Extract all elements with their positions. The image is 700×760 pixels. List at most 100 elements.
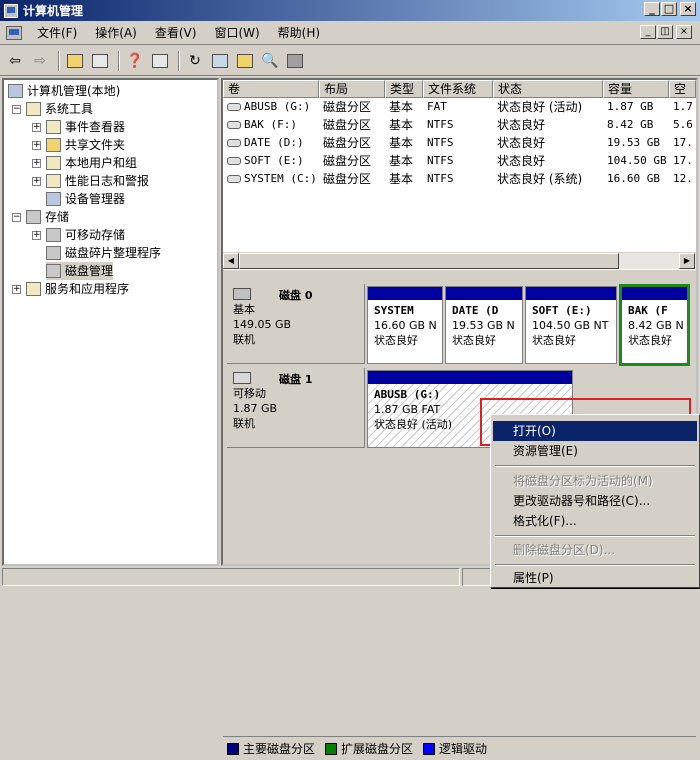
maximize-button[interactable]: □: [661, 2, 677, 16]
event-viewer-icon: [46, 120, 61, 134]
close-button[interactable]: ×: [680, 2, 696, 16]
expand-icon[interactable]: +: [32, 141, 41, 150]
scroll-left-icon[interactable]: ◀: [223, 253, 239, 269]
partition-soft[interactable]: SOFT (E:) 104.50 GB NT 状态良好: [525, 286, 617, 364]
back-arrow-icon[interactable]: ⇦: [4, 50, 26, 72]
tree-node-event-viewer[interactable]: 事件查看器: [46, 118, 125, 136]
context-menu: 打开(O) 资源管理(E) 将磁盘分区标为活动的(M) 更改驱动器号和路径(C)…: [490, 414, 700, 588]
menu-help[interactable]: 帮助(H): [269, 23, 329, 43]
disk-1-info[interactable]: 磁盘 1 可移动 1.87 GB 联机: [227, 368, 365, 448]
volume-icon: [227, 175, 241, 183]
tree-node-disk-management[interactable]: 磁盘管理: [46, 262, 114, 280]
collapse-icon[interactable]: −: [12, 213, 21, 222]
expand-icon[interactable]: +: [32, 123, 41, 132]
search-icon[interactable]: 🔍: [259, 50, 281, 72]
child-minimize-button[interactable]: _: [640, 25, 656, 39]
table-cell: 基本: [389, 100, 414, 114]
up-folder-icon[interactable]: [64, 50, 86, 72]
defrag-icon: [46, 246, 61, 260]
partition-system[interactable]: SYSTEM 16.60 GB N 状态良好: [367, 286, 443, 364]
disk-1-name: 磁盘 1: [279, 373, 313, 386]
column-header-capacity[interactable]: 容量: [603, 80, 669, 98]
table-cell: 17.: [673, 136, 693, 149]
table-cell: 磁盘分区: [323, 118, 372, 132]
help-icon[interactable]: ❓: [124, 50, 146, 72]
tree-node-local-users[interactable]: 本地用户和组: [46, 154, 137, 172]
menu-action[interactable]: 操作(A): [86, 23, 146, 43]
tree-node-shared-folders[interactable]: 共享文件夹: [46, 136, 125, 154]
disk-1-size: 1.87 GB: [233, 402, 278, 415]
toolbar-separator: [58, 50, 60, 71]
column-header-type[interactable]: 类型: [385, 80, 423, 98]
expand-icon[interactable]: +: [32, 177, 41, 186]
services-icon: [26, 282, 41, 296]
volume-icon: [227, 121, 241, 129]
expand-icon[interactable]: +: [32, 231, 41, 240]
horizontal-scrollbar[interactable]: ◀ ▶: [223, 252, 696, 269]
disk-0-status: 联机: [233, 333, 255, 346]
column-header-volume[interactable]: 卷: [223, 80, 319, 98]
tree-node-root[interactable]: 计算机管理(本地): [8, 82, 120, 100]
table-cell: ABUSB (G:): [223, 98, 319, 116]
tree-node-defrag[interactable]: 磁盘碎片整理程序: [46, 244, 161, 262]
child-restore-button[interactable]: ◫: [657, 25, 673, 39]
menu-item-explore[interactable]: 资源管理(E): [493, 441, 697, 461]
refresh-icon[interactable]: ↻: [184, 50, 206, 72]
tree-node-device-manager[interactable]: 设备管理器: [46, 190, 125, 208]
show-hide-tree-icon[interactable]: [89, 50, 111, 72]
scroll-thumb[interactable]: [239, 253, 619, 269]
tree-node-removable-storage[interactable]: 可移动存储: [46, 226, 125, 244]
toolbar: ⇦ ⇨ ❓ ↻ 🔍: [0, 46, 700, 76]
table-cell: 状态良好 (系统): [497, 172, 583, 186]
menu-item-properties[interactable]: 属性(P): [493, 568, 697, 588]
volume-icon: [227, 103, 241, 111]
child-close-button[interactable]: ×: [676, 25, 692, 39]
open-folder-icon[interactable]: [234, 50, 256, 72]
menu-item-format[interactable]: 格式化(F)...: [493, 511, 697, 531]
partition-bak[interactable]: BAK (F 8.42 GB N 状态良好: [619, 284, 690, 366]
mmc-system-menu-icon[interactable]: [6, 25, 22, 40]
expand-icon[interactable]: +: [12, 285, 21, 294]
device-manager-icon: [46, 192, 61, 206]
table-cell: NTFS: [427, 136, 454, 149]
table-cell: 磁盘分区: [323, 172, 372, 186]
table-cell: 16.60 GB: [607, 172, 660, 185]
table-cell: 磁盘分区: [323, 100, 372, 114]
column-header-layout[interactable]: 布局: [319, 80, 385, 98]
menu-separator: [495, 564, 695, 566]
tree-node-services[interactable]: 服务和应用程序: [26, 280, 129, 298]
volume-icon: [227, 139, 241, 147]
menu-item-open[interactable]: 打开(O): [493, 421, 697, 441]
minimize-button[interactable]: _: [644, 2, 660, 16]
menu-window[interactable]: 窗口(W): [205, 23, 268, 43]
partition-date[interactable]: DATE (D 19.53 GB N 状态良好: [445, 286, 523, 364]
table-cell: 状态良好: [497, 154, 546, 168]
disk-icon[interactable]: [284, 50, 306, 72]
disk-0-info[interactable]: 磁盘 0 基本 149.05 GB 联机: [227, 284, 365, 364]
expand-icon[interactable]: +: [32, 159, 41, 168]
volume-list: 卷 布局 类型 文件系统 状态 容量 空 ABUSB (G:) 磁盘分区 基本 FAT…: [223, 80, 696, 270]
column-header-filesystem[interactable]: 文件系统: [423, 80, 493, 98]
menu-file[interactable]: 文件(F): [28, 23, 86, 43]
shared-folder-icon: [46, 138, 61, 152]
menu-item-delete-partition[interactable]: 删除磁盘分区(D)...: [493, 540, 697, 560]
menu-view[interactable]: 查看(V): [146, 23, 206, 43]
menu-item-change-drive-letter[interactable]: 更改驱动器号和路径(C)...: [493, 491, 697, 511]
column-header-free[interactable]: 空: [669, 80, 696, 98]
menu-item-mark-active[interactable]: 将磁盘分区标为活动的(M): [493, 471, 697, 491]
scroll-right-icon[interactable]: ▶: [679, 253, 695, 269]
collapse-icon[interactable]: −: [12, 105, 21, 114]
disk-0-type: 基本: [233, 303, 255, 316]
forward-arrow-icon[interactable]: ⇨: [29, 50, 51, 72]
tree-node-system-tools[interactable]: 系统工具: [26, 100, 93, 118]
column-header-status[interactable]: 状态: [493, 80, 603, 98]
list-view-icon[interactable]: [149, 50, 171, 72]
tree-node-perf-logs[interactable]: 性能日志和警报: [46, 172, 149, 190]
table-cell: 状态良好: [497, 118, 546, 132]
tree-node-storage[interactable]: 存储: [26, 208, 69, 226]
disk-1-status: 联机: [233, 417, 255, 430]
properties-icon[interactable]: [209, 50, 231, 72]
table-cell: 基本: [389, 154, 414, 168]
table-cell: 1.87 GB: [607, 100, 654, 113]
toolbar-separator: [118, 50, 120, 71]
